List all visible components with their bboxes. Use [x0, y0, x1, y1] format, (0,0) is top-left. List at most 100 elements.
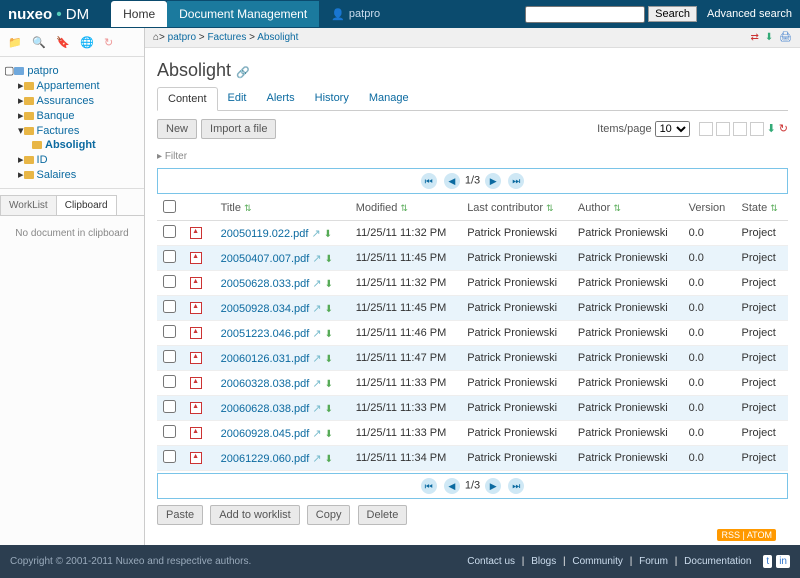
pager-first-b[interactable]: ⏮ — [421, 478, 437, 494]
globe-icon[interactable]: 🌐 — [80, 36, 96, 52]
row-checkbox[interactable] — [163, 425, 176, 438]
new-button[interactable]: New — [157, 119, 197, 139]
tag-icon[interactable]: 🔖 — [56, 36, 72, 52]
file-link[interactable]: 20050928.034.pdf — [221, 303, 310, 315]
col-author[interactable]: Author — [578, 202, 610, 214]
pager-first[interactable]: ⏮ — [421, 173, 437, 189]
pager-prev-b[interactable]: ◀ — [444, 478, 460, 494]
paste-button[interactable]: Paste — [157, 505, 203, 525]
row-checkbox[interactable] — [163, 225, 176, 238]
copy-button[interactable]: Copy — [307, 505, 351, 525]
row-checkbox[interactable] — [163, 375, 176, 388]
search-button[interactable]: Search — [648, 6, 697, 22]
open-icon[interactable]: ↗ — [312, 453, 321, 465]
tab-edit[interactable]: Edit — [218, 87, 257, 110]
share-icon[interactable]: ⇄ — [751, 32, 759, 43]
tree-node-assurances[interactable]: ▸ Assurances — [4, 93, 140, 108]
tab-manage[interactable]: Manage — [359, 87, 419, 110]
file-link[interactable]: 20051223.046.pdf — [221, 328, 310, 340]
download-icon[interactable]: ⬇ — [325, 254, 333, 265]
tree-node-id[interactable]: ▸ ID — [4, 152, 140, 167]
refresh-list-icon[interactable]: ↻ — [779, 122, 788, 136]
col-modified[interactable]: Modified — [356, 202, 398, 214]
row-checkbox[interactable] — [163, 300, 176, 313]
row-checkbox[interactable] — [163, 400, 176, 413]
file-link[interactable]: 20060928.045.pdf — [221, 428, 310, 440]
tree-root[interactable]: ▢patpro — [4, 63, 140, 78]
open-icon[interactable]: ↗ — [312, 303, 321, 315]
footer-link[interactable]: Contact us — [467, 556, 515, 567]
download-icon[interactable]: ⬇ — [325, 329, 333, 340]
twitter-icon[interactable]: t — [763, 555, 772, 568]
pager-next[interactable]: ▶ — [485, 173, 501, 189]
items-page-select[interactable]: 10 — [655, 121, 690, 137]
breadcrumb-item[interactable]: patpro — [168, 32, 196, 43]
pager-next-b[interactable]: ▶ — [485, 478, 501, 494]
file-link[interactable]: 20060126.031.pdf — [221, 353, 310, 365]
open-icon[interactable]: ↗ — [312, 378, 321, 390]
tab-history[interactable]: History — [305, 87, 359, 110]
view-grid-icon[interactable] — [716, 122, 730, 136]
print-icon[interactable]: 🖨 — [779, 32, 792, 43]
row-checkbox[interactable] — [163, 275, 176, 288]
add-worklist-button[interactable]: Add to worklist — [210, 505, 300, 525]
open-icon[interactable]: ↗ — [312, 428, 321, 440]
row-checkbox[interactable] — [163, 325, 176, 338]
footer-link[interactable]: Blogs — [531, 556, 556, 567]
tree-node-salaires[interactable]: ▸ Salaires — [4, 167, 140, 182]
open-icon[interactable]: ↗ — [312, 353, 321, 365]
pager-prev[interactable]: ◀ — [444, 173, 460, 189]
view-thumb-icon[interactable] — [733, 122, 747, 136]
open-icon[interactable]: ↗ — [312, 278, 321, 290]
linkedin-icon[interactable]: in — [776, 555, 790, 568]
pager-last[interactable]: ⏭ — [508, 173, 524, 189]
search-input[interactable] — [525, 6, 645, 23]
tree-node-appartement[interactable]: ▸ Appartement — [4, 78, 140, 93]
export-xls-icon[interactable]: ⬇ — [767, 122, 776, 136]
download-icon[interactable]: ⬇ — [325, 379, 333, 390]
select-all-checkbox[interactable] — [163, 200, 176, 213]
open-icon[interactable]: ↗ — [312, 253, 321, 265]
download-icon[interactable]: ⬇ — [325, 454, 333, 465]
user-menu[interactable]: 👤 patpro — [331, 8, 380, 21]
col-contributor[interactable]: Last contributor — [467, 202, 543, 214]
download-icon[interactable]: ⬇ — [325, 279, 333, 290]
row-checkbox[interactable] — [163, 350, 176, 363]
download-icon[interactable]: ⬇ — [325, 429, 333, 440]
rss-atom-link[interactable]: RSS | ATOM — [717, 529, 776, 541]
import-button[interactable]: Import a file — [201, 119, 276, 139]
footer-link[interactable]: Community — [572, 556, 623, 567]
col-state[interactable]: State — [742, 202, 768, 214]
nav-tree-icon[interactable]: 📁 — [8, 36, 24, 52]
open-icon[interactable]: ↗ — [312, 403, 321, 415]
open-icon[interactable]: ↗ — [312, 328, 321, 340]
file-link[interactable]: 20050628.033.pdf — [221, 278, 310, 290]
file-link[interactable]: 20050119.022.pdf — [221, 228, 309, 240]
delete-button[interactable]: Delete — [358, 505, 408, 525]
breadcrumb-item[interactable]: Absolight — [257, 32, 298, 43]
export-icon[interactable]: ⬇ — [765, 32, 773, 43]
search-icon[interactable]: 🔍 — [32, 36, 48, 52]
filter-toggle[interactable]: ▸ Filter — [157, 151, 187, 162]
file-link[interactable]: 20061229.060.pdf — [221, 453, 310, 465]
file-link[interactable]: 20060328.038.pdf — [221, 378, 310, 390]
view-list-icon[interactable] — [699, 122, 713, 136]
file-link[interactable]: 20050407.007.pdf — [221, 253, 310, 265]
tab-document-management[interactable]: Document Management — [167, 1, 319, 27]
advanced-search-link[interactable]: Advanced search — [707, 8, 792, 20]
tab-alerts[interactable]: Alerts — [257, 87, 305, 110]
tree-node-absolight[interactable]: Absolight — [4, 138, 140, 152]
footer-link[interactable]: Forum — [639, 556, 668, 567]
breadcrumb-item[interactable]: Factures — [207, 32, 246, 43]
open-icon[interactable]: ↗ — [312, 228, 321, 240]
download-icon[interactable]: ⬇ — [325, 354, 333, 365]
refresh-icon[interactable]: ↻ — [104, 36, 120, 52]
side-tab-worklist[interactable]: WorkList — [0, 195, 57, 215]
col-title[interactable]: Title — [221, 202, 241, 214]
link-icon[interactable]: 🔗 — [236, 67, 250, 79]
tree-node-banque[interactable]: ▸ Banque — [4, 108, 140, 123]
download-icon[interactable]: ⬇ — [325, 304, 333, 315]
file-link[interactable]: 20060628.038.pdf — [221, 403, 310, 415]
tab-home[interactable]: Home — [111, 1, 167, 27]
view-compact-icon[interactable] — [750, 122, 764, 136]
